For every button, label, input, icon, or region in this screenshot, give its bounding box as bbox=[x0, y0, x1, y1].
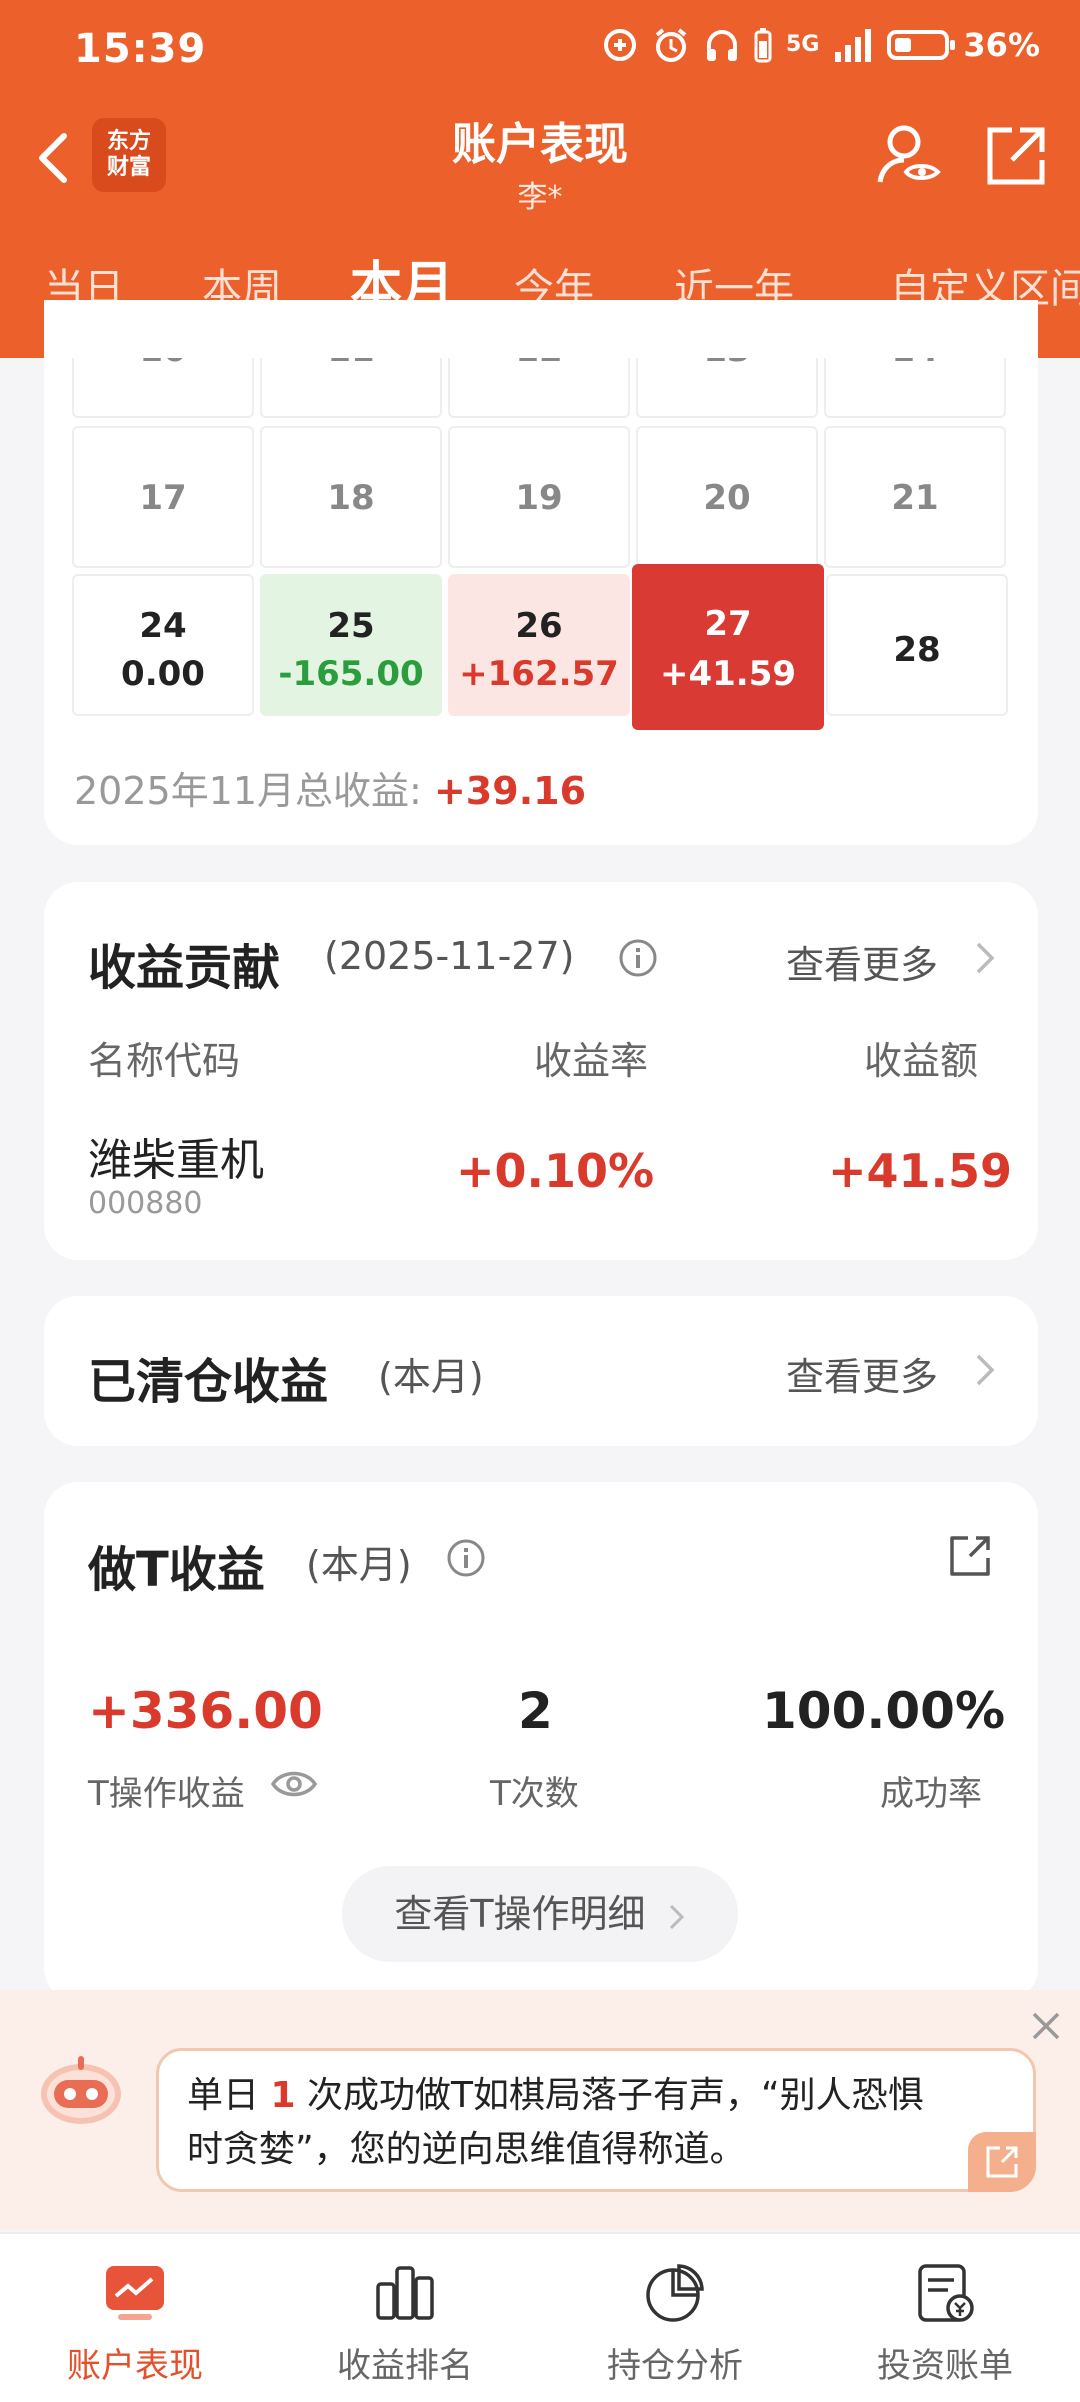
share-icon[interactable] bbox=[984, 124, 1048, 188]
contribution-more-link[interactable]: 查看更多 bbox=[786, 934, 938, 989]
info-icon[interactable] bbox=[618, 938, 658, 978]
chevron-right-icon[interactable] bbox=[974, 1350, 998, 1390]
col-rate: 收益率 bbox=[534, 1039, 649, 1083]
t-count-label: T次数 bbox=[490, 1774, 579, 1814]
battery-icon bbox=[887, 30, 956, 60]
day-number: 26 bbox=[515, 606, 563, 646]
nav-holdings-analysis[interactable]: 持仓分析 bbox=[540, 2234, 810, 2402]
stock-amount: +41.59 bbox=[828, 1144, 1013, 1198]
nav-investment-bill[interactable]: 投资账单 bbox=[810, 2234, 1080, 2402]
stock-rate: +0.10% bbox=[456, 1144, 655, 1198]
day-profit: +41.59 bbox=[659, 654, 797, 694]
network-type: 5G bbox=[786, 32, 820, 57]
day-number: 21 bbox=[891, 478, 939, 518]
alarm-icon bbox=[655, 28, 687, 62]
status-time: 15:39 bbox=[74, 26, 207, 72]
headphones-icon bbox=[707, 30, 738, 61]
calendar-day[interactable]: 19 bbox=[448, 426, 630, 568]
calendar-day[interactable]: 25 -165.00 bbox=[260, 574, 442, 716]
stock-name: 潍柴重机 bbox=[88, 1135, 264, 1186]
day-number: 20 bbox=[703, 478, 751, 518]
t-trade-title: 做T收益 bbox=[88, 1542, 265, 1598]
t-detail-label: 查看T操作明细 bbox=[394, 1892, 646, 1936]
nav-label: 收益排名 bbox=[337, 2346, 473, 2386]
t-detail-button[interactable]: 查看T操作明细 bbox=[342, 1866, 738, 1962]
day-number: 25 bbox=[327, 606, 375, 646]
bottom-nav: 账户表现 收益排名 持仓分析 投资账单 bbox=[0, 2232, 1080, 2402]
day-number: 24 bbox=[139, 606, 187, 646]
cleared-title: 已清仓收益 bbox=[88, 1354, 329, 1410]
calendar-day[interactable]: 18 bbox=[260, 426, 442, 568]
tip-text: 单日 1 次成功做T如棋局落子有声，“别人恐惧时贪婪”，您的逆向思维值得称道。 bbox=[187, 2069, 947, 2177]
day-number: 27 bbox=[704, 604, 752, 644]
month-total-label: 2025年11月总收益: bbox=[74, 769, 422, 813]
tip-bubble[interactable]: 单日 1 次成功做T如棋局落子有声，“别人恐惧时贪婪”，您的逆向思维值得称道。 bbox=[156, 2048, 1036, 2192]
performance-chart-icon bbox=[106, 2266, 164, 2320]
small-battery-icon bbox=[754, 28, 772, 63]
calendar-day[interactable]: 20 bbox=[636, 426, 818, 568]
share-icon[interactable] bbox=[946, 1532, 994, 1580]
bill-icon bbox=[918, 2264, 974, 2322]
share-icon bbox=[986, 2146, 1018, 2178]
status-icons: 5G 36% bbox=[602, 26, 1040, 64]
month-total-value: +39.16 bbox=[433, 769, 587, 813]
calendar-day[interactable]: 28 bbox=[826, 574, 1008, 716]
calendar-day-selected[interactable]: 27 +41.59 bbox=[632, 564, 824, 730]
col-amount: 收益额 bbox=[864, 1039, 979, 1083]
data-saver-icon bbox=[604, 29, 637, 61]
calendar-day[interactable]: 17 bbox=[72, 426, 254, 568]
t-profit-value: +336.00 bbox=[88, 1682, 323, 1740]
t-success-value: 100.00% bbox=[762, 1682, 1006, 1740]
signal-icon bbox=[835, 29, 872, 62]
calendar-day[interactable]: 26 +162.57 bbox=[448, 574, 630, 716]
col-name-code: 名称代码 bbox=[88, 1039, 241, 1083]
pie-chart-icon bbox=[646, 2264, 704, 2322]
tip-text-pre: 单日 bbox=[187, 2075, 271, 2116]
day-profit: +162.57 bbox=[459, 654, 619, 694]
contribution-date: (2025-11-27) bbox=[324, 934, 575, 978]
nav-profit-ranking[interactable]: 收益排名 bbox=[270, 2234, 540, 2402]
eye-icon[interactable] bbox=[270, 1766, 318, 1802]
t-profit-label: T操作收益 bbox=[88, 1774, 245, 1814]
info-icon[interactable] bbox=[446, 1538, 486, 1578]
chevron-right-icon bbox=[669, 1904, 684, 1929]
tip-share-button[interactable] bbox=[968, 2132, 1036, 2192]
cleared-period: (本月) bbox=[378, 1355, 484, 1399]
status-bar: 15:39 5G 36% bbox=[0, 0, 1080, 100]
nav-account-performance[interactable]: 账户表现 bbox=[0, 2234, 270, 2402]
cleared-more-link[interactable]: 查看更多 bbox=[786, 1346, 938, 1401]
t-count-value: 2 bbox=[518, 1682, 553, 1740]
day-number: 19 bbox=[515, 478, 563, 518]
day-number: 28 bbox=[893, 630, 941, 670]
tip-count: 1 bbox=[270, 2075, 296, 2116]
t-trade-period: (本月) bbox=[306, 1543, 412, 1587]
day-number: 18 bbox=[327, 478, 375, 518]
robot-mascot-icon bbox=[41, 2056, 121, 2124]
calendar-day[interactable]: 21 bbox=[824, 426, 1006, 568]
t-success-label: 成功率 bbox=[880, 1774, 982, 1814]
tip-text-post: 次成功做T如棋局落子有声，“别人恐惧时贪婪”，您的逆向思维值得称道。 bbox=[187, 2075, 924, 2170]
nav-label: 投资账单 bbox=[877, 2346, 1013, 2386]
nav-label: 账户表现 bbox=[67, 2346, 203, 2386]
nav-label: 持仓分析 bbox=[607, 2346, 743, 2386]
calendar-day[interactable]: 24 0.00 bbox=[72, 574, 254, 716]
chevron-right-icon[interactable] bbox=[974, 938, 998, 978]
close-icon[interactable] bbox=[1028, 2008, 1064, 2044]
battery-percent: 36% bbox=[963, 26, 1040, 64]
day-profit: 0.00 bbox=[121, 654, 205, 694]
day-number: 17 bbox=[139, 478, 187, 518]
contribution-title: 收益贡献 bbox=[88, 940, 281, 996]
user-privacy-icon[interactable] bbox=[874, 120, 944, 190]
month-total: 2025年11月总收益: +39.16 bbox=[74, 760, 586, 815]
bar-chart-icon bbox=[376, 2266, 434, 2320]
day-profit: -165.00 bbox=[278, 654, 424, 694]
stock-code: 000880 bbox=[88, 1186, 203, 1221]
